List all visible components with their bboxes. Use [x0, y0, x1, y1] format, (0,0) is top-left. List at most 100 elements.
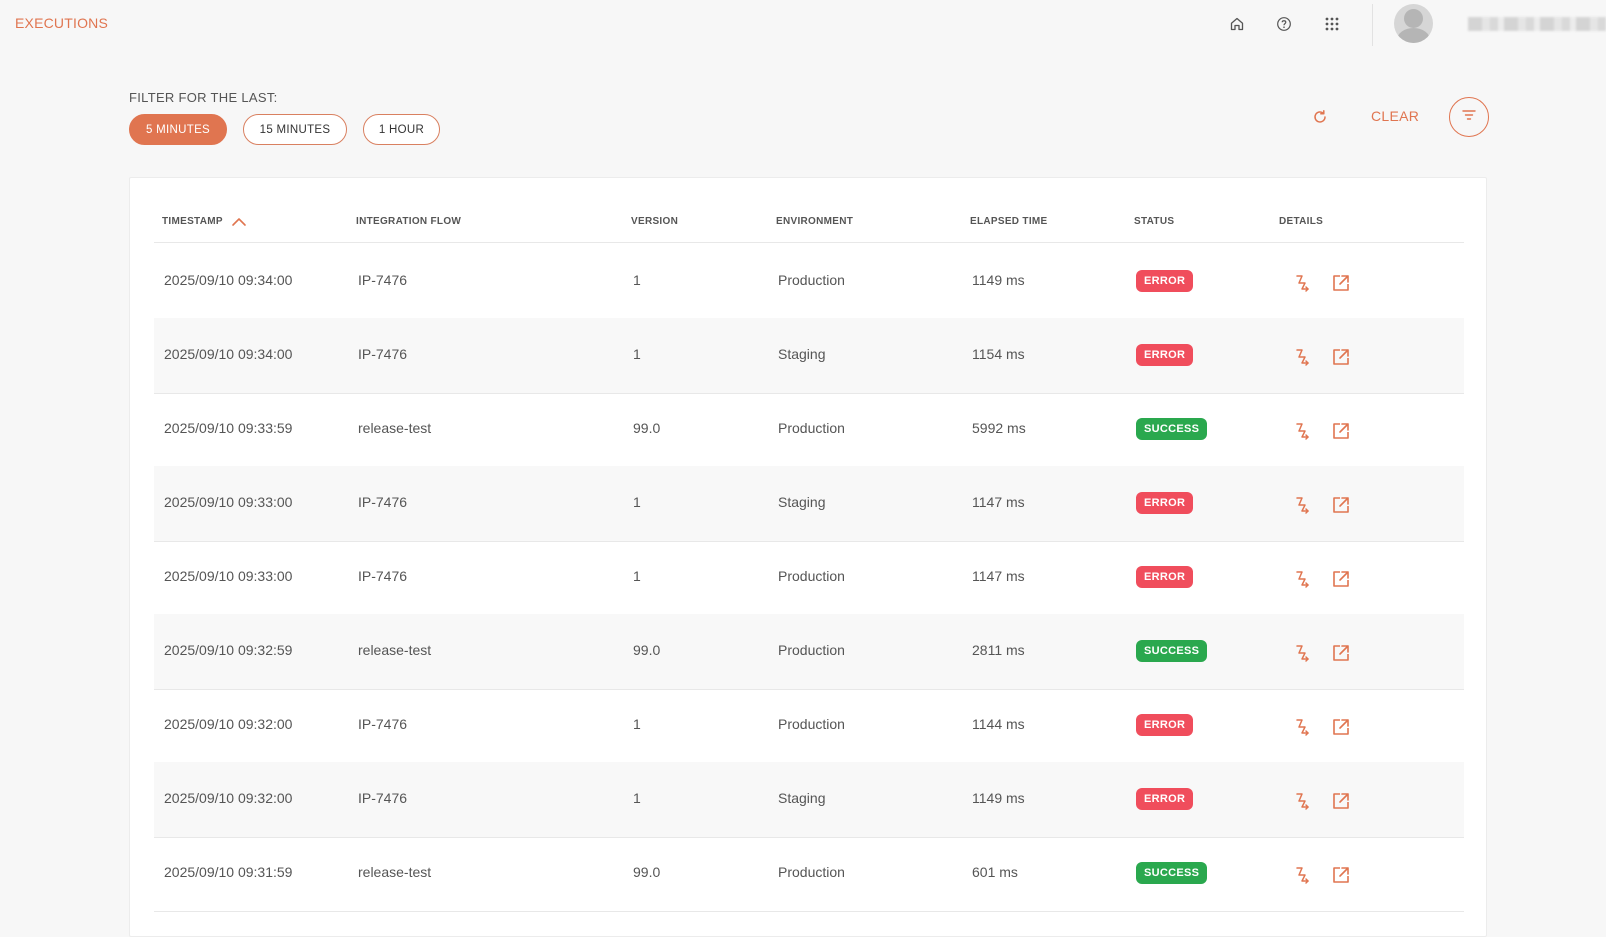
sort-ascending-icon	[231, 217, 247, 227]
status-badge: SUCCESS	[1136, 862, 1208, 884]
help-icon[interactable]	[1274, 14, 1294, 34]
open-external-icon[interactable]	[1329, 789, 1353, 813]
table-row[interactable]: 2025/09/10 09:32:00 IP-7476 1 Production 114…	[154, 688, 1464, 764]
cell-elapsed-time: 1147 ms	[972, 494, 1025, 510]
trace-icon[interactable]	[1290, 715, 1314, 739]
cell-timestamp: 2025/09/10 09:33:59	[164, 420, 293, 436]
open-external-icon[interactable]	[1329, 567, 1353, 591]
column-header-elapsed-time: ELAPSED TIME	[970, 216, 1048, 227]
trace-icon[interactable]	[1290, 419, 1314, 443]
open-external-icon[interactable]	[1329, 493, 1353, 517]
column-header-version: VERSION	[631, 216, 679, 227]
open-external-icon[interactable]	[1329, 715, 1353, 739]
cell-elapsed-time: 1147 ms	[972, 568, 1025, 584]
table-row[interactable]: 2025/09/10 09:33:00 IP-7476 1 Staging 1147 m…	[154, 466, 1464, 542]
filter-chip-15-minutes[interactable]: 15 MINUTES	[243, 114, 347, 145]
cell-elapsed-time: 2811 ms	[972, 642, 1025, 658]
trace-icon[interactable]	[1290, 863, 1314, 887]
cell-integration-flow: IP-7476	[358, 494, 408, 510]
user-name-redacted[interactable]	[1468, 17, 1606, 31]
cell-environment: Production	[778, 716, 845, 732]
table-row[interactable]: 2025/09/10 09:32:00 IP-7476 1 Staging 1149 m…	[154, 762, 1464, 838]
cell-integration-flow: release-test	[358, 420, 432, 436]
avatar[interactable]	[1394, 4, 1433, 43]
trace-icon[interactable]	[1290, 641, 1314, 665]
home-icon[interactable]	[1227, 14, 1247, 34]
status-badge: ERROR	[1136, 788, 1194, 810]
table-header: TIMESTAMP INTEGRATION FLOW VERSION ENVIR…	[154, 178, 1464, 243]
status-badge: SUCCESS	[1136, 640, 1208, 662]
status-badge: ERROR	[1136, 270, 1194, 292]
filter-button[interactable]	[1449, 97, 1489, 137]
cell-elapsed-time: 5992 ms	[972, 420, 1026, 436]
cell-version: 99.0	[633, 420, 661, 436]
trace-icon[interactable]	[1290, 789, 1314, 813]
table-row[interactable]: 2025/09/10 09:33:59 release-test 99.0 Produ…	[154, 392, 1464, 468]
cell-version: 1	[633, 790, 641, 806]
cell-environment: Production	[778, 864, 845, 880]
clear-button[interactable]: CLEAR	[1371, 108, 1419, 124]
cell-integration-flow: IP-7476	[358, 346, 408, 362]
cell-timestamp: 2025/09/10 09:32:59	[164, 642, 293, 658]
cell-integration-flow: IP-7476	[358, 272, 408, 288]
filter-chip-1-hour[interactable]: 1 HOUR	[363, 114, 440, 145]
cell-version: 1	[633, 346, 641, 362]
open-external-icon[interactable]	[1329, 641, 1353, 665]
cell-version: 99.0	[633, 642, 661, 658]
executions-table: TIMESTAMP INTEGRATION FLOW VERSION ENVIR…	[129, 177, 1487, 937]
filter-chip-5-minutes[interactable]: 5 MINUTES	[129, 114, 227, 145]
table-row[interactable]: 2025/09/10 09:34:00 IP-7476 1 Staging 1154 m…	[154, 318, 1464, 394]
cell-version: 1	[633, 272, 641, 288]
cell-environment: Production	[778, 642, 845, 658]
column-header-environment: ENVIRONMENT	[776, 216, 854, 227]
cell-integration-flow: IP-7476	[358, 790, 408, 806]
open-external-icon[interactable]	[1329, 271, 1353, 295]
column-header-timestamp[interactable]: TIMESTAMP	[162, 216, 247, 227]
cell-timestamp: 2025/09/10 09:34:00	[164, 346, 293, 362]
status-badge: ERROR	[1136, 492, 1194, 514]
cell-version: 1	[633, 568, 641, 584]
trace-icon[interactable]	[1290, 493, 1314, 517]
refresh-icon[interactable]	[1310, 107, 1330, 127]
cell-environment: Staging	[778, 346, 826, 362]
open-external-icon[interactable]	[1329, 345, 1353, 369]
cell-integration-flow: IP-7476	[358, 568, 408, 584]
cell-timestamp: 2025/09/10 09:34:00	[164, 272, 293, 288]
filter-label: FILTER FOR THE LAST:	[129, 90, 278, 105]
page-title: EXECUTIONS	[15, 15, 109, 31]
cell-elapsed-time: 1144 ms	[972, 716, 1025, 732]
column-header-integration-flow: INTEGRATION FLOW	[356, 216, 462, 227]
cell-timestamp: 2025/09/10 09:31:59	[164, 864, 293, 880]
trace-icon[interactable]	[1290, 271, 1314, 295]
cell-integration-flow: release-test	[358, 642, 432, 658]
cell-environment: Production	[778, 420, 845, 436]
open-external-icon[interactable]	[1329, 419, 1353, 443]
table-row[interactable]: 2025/09/10 09:31:59 release-test 99.0 Produ…	[154, 836, 1464, 912]
cell-integration-flow: IP-7476	[358, 716, 408, 732]
cell-elapsed-time: 1154 ms	[972, 346, 1025, 362]
cell-timestamp: 2025/09/10 09:32:00	[164, 790, 293, 806]
status-badge: SUCCESS	[1136, 418, 1208, 440]
cell-integration-flow: release-test	[358, 864, 432, 880]
trace-icon[interactable]	[1290, 345, 1314, 369]
cell-environment: Production	[778, 272, 845, 288]
cell-environment: Staging	[778, 790, 826, 806]
apps-grid-icon[interactable]	[1322, 14, 1342, 34]
trace-icon[interactable]	[1290, 567, 1314, 591]
status-badge: ERROR	[1136, 566, 1194, 588]
table-row[interactable]: 2025/09/10 09:32:59 release-test 99.0 Produ…	[154, 614, 1464, 690]
filter-icon	[1461, 107, 1477, 128]
header-divider	[1372, 4, 1373, 46]
column-header-details: DETAILS	[1279, 216, 1324, 227]
cell-environment: Production	[778, 568, 845, 584]
table-row[interactable]: 2025/09/10 09:33:00 IP-7476 1 Production 114…	[154, 540, 1464, 616]
column-header-status: STATUS	[1134, 216, 1175, 227]
cell-elapsed-time: 1149 ms	[972, 272, 1025, 288]
cell-version: 1	[633, 716, 641, 732]
status-badge: ERROR	[1136, 714, 1194, 736]
cell-timestamp: 2025/09/10 09:32:00	[164, 716, 293, 732]
open-external-icon[interactable]	[1329, 863, 1353, 887]
cell-version: 1	[633, 494, 641, 510]
cell-elapsed-time: 1149 ms	[972, 790, 1025, 806]
table-row[interactable]: 2025/09/10 09:34:00 IP-7476 1 Production 114…	[154, 244, 1464, 320]
